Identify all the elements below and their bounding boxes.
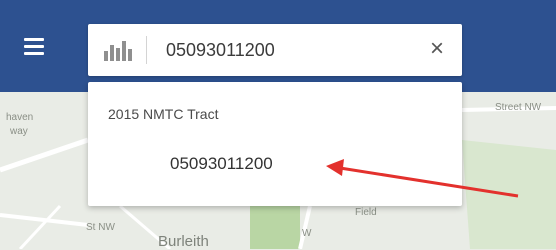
annotation-arrow	[326, 159, 519, 198]
